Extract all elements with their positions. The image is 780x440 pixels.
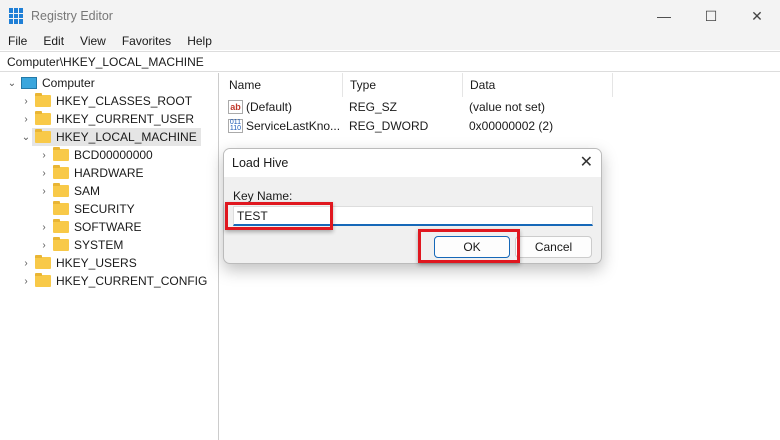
tree-node-software[interactable]: › SOFTWARE — [38, 218, 142, 236]
computer-icon — [21, 77, 37, 89]
tree-node-system[interactable]: › SYSTEM — [38, 236, 123, 254]
string-value-icon: ab — [228, 100, 243, 114]
folder-icon — [53, 165, 69, 179]
chevron-down-icon[interactable]: ⌄ — [20, 132, 32, 143]
column-header-data[interactable]: Data — [463, 73, 613, 97]
tree-label: SAM — [74, 184, 101, 198]
binary-value-icon: 011 110 — [228, 119, 243, 133]
tree-label: SECURITY — [74, 202, 135, 216]
tree-node-bcd[interactable]: › BCD00000000 — [38, 146, 153, 164]
tree-label: HKEY_CURRENT_USER — [56, 112, 195, 126]
folder-icon — [35, 255, 51, 269]
menu-edit[interactable]: Edit — [35, 32, 72, 50]
chevron-right-icon[interactable]: › — [20, 276, 32, 287]
title-bar: Registry Editor — ☐ ✕ — [0, 0, 780, 32]
tree-label: HKEY_CLASSES_ROOT — [56, 94, 193, 108]
tree-node-hardware[interactable]: › HARDWARE — [38, 164, 144, 182]
folder-icon — [35, 111, 51, 125]
menu-file[interactable]: File — [0, 32, 35, 50]
menu-help[interactable]: Help — [179, 32, 220, 50]
value-type: REG_DWORD — [349, 119, 429, 133]
maximize-button[interactable]: ☐ — [688, 0, 734, 32]
value-name: ServiceLastKno... — [246, 119, 341, 133]
folder-icon — [53, 219, 69, 233]
minimize-button[interactable]: — — [641, 0, 687, 32]
tree-node-security[interactable]: SECURITY — [38, 200, 135, 218]
chevron-right-icon[interactable]: › — [20, 96, 32, 107]
chevron-right-icon[interactable]: › — [20, 114, 32, 125]
tree-node-hkcr[interactable]: › HKEY_CLASSES_ROOT — [20, 92, 192, 110]
value-data: (value not set) — [469, 100, 546, 114]
tree-label: Computer — [42, 76, 95, 90]
tree-label: SYSTEM — [74, 238, 124, 252]
chevron-right-icon[interactable]: › — [38, 186, 50, 197]
ok-highlight-box — [418, 229, 520, 263]
tree-label: HARDWARE — [74, 166, 144, 180]
chevron-right-icon[interactable]: › — [38, 240, 50, 251]
value-data: 0x00000002 (2) — [469, 119, 554, 133]
menu-favorites[interactable]: Favorites — [114, 32, 179, 50]
tree-node-hku[interactable]: › HKEY_USERS — [20, 254, 137, 272]
close-button[interactable]: ✕ — [734, 0, 780, 32]
dialog-title-bar: Load Hive ✕ — [224, 149, 601, 177]
tree-label: HKEY_LOCAL_MACHINE — [56, 130, 197, 144]
folder-icon — [53, 201, 69, 215]
value-type: REG_SZ — [349, 100, 398, 114]
cancel-button[interactable]: Cancel — [515, 236, 592, 258]
tree-node-hklm[interactable]: ⌄ HKEY_LOCAL_MACHINE — [20, 128, 201, 146]
column-header-type[interactable]: Type — [343, 73, 463, 97]
chevron-right-icon[interactable]: › — [38, 150, 50, 161]
menu-view[interactable]: View — [72, 32, 114, 50]
tree-label: HKEY_USERS — [56, 256, 137, 270]
registry-tree: ⌄ Computer › HKEY_CLASSES_ROOT › HKEY_CURRE… — [0, 73, 219, 440]
chevron-right-icon[interactable]: › — [38, 222, 50, 233]
folder-icon — [35, 93, 51, 107]
chevron-right-icon[interactable]: › — [38, 168, 50, 179]
tree-label: SOFTWARE — [74, 220, 142, 234]
chevron-right-icon[interactable]: › — [20, 258, 32, 269]
tree-label: HKEY_CURRENT_CONFIG — [56, 274, 208, 288]
folder-icon — [53, 237, 69, 251]
registry-app-icon — [9, 8, 25, 24]
folder-icon — [35, 273, 51, 287]
folder-icon — [35, 129, 51, 143]
column-header-name[interactable]: Name — [222, 73, 343, 97]
value-name: (Default) — [246, 100, 293, 114]
tree-node-hkcc[interactable]: › HKEY_CURRENT_CONFIG — [20, 272, 207, 290]
table-row[interactable]: ab (Default) REG_SZ (value not set) — [222, 98, 780, 117]
folder-icon — [53, 147, 69, 161]
menu-bar: File Edit View Favorites Help — [0, 32, 780, 50]
address-bar[interactable]: Computer\HKEY_LOCAL_MACHINE — [0, 51, 780, 72]
dialog-title: Load Hive — [232, 156, 289, 170]
tree-node-hkcu[interactable]: › HKEY_CURRENT_USER — [20, 110, 194, 128]
tree-node-sam[interactable]: › SAM — [38, 182, 100, 200]
key-name-label: Key Name: — [233, 189, 293, 203]
folder-icon — [53, 183, 69, 197]
dialog-close-icon[interactable]: ✕ — [580, 149, 593, 177]
tree-label: BCD00000000 — [74, 148, 153, 162]
input-highlight-box — [225, 202, 333, 230]
table-row[interactable]: 011 110 ServiceLastKno... REG_DWORD 0x000… — [222, 117, 780, 136]
window-title: Registry Editor — [31, 9, 113, 23]
tree-node-computer[interactable]: ⌄ Computer — [6, 74, 95, 92]
chevron-down-icon[interactable]: ⌄ — [6, 78, 18, 89]
